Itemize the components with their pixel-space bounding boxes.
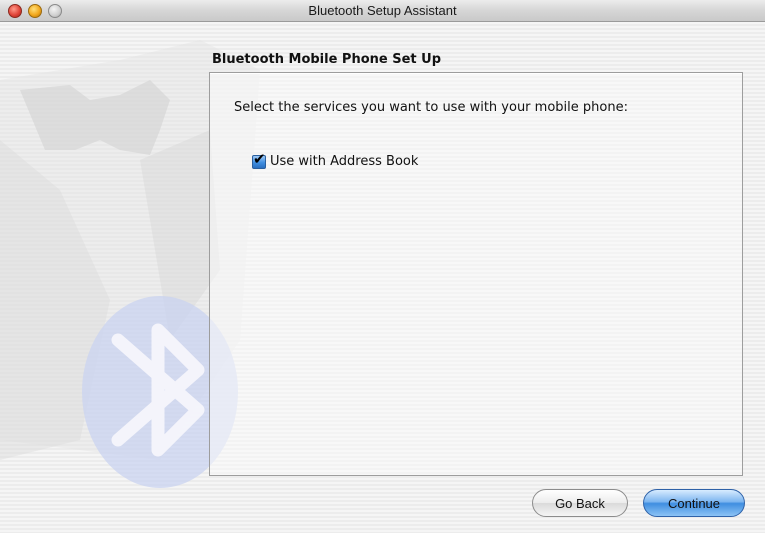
go-back-button[interactable]: Go Back	[532, 489, 628, 517]
address-book-checkbox[interactable]: ✔	[252, 149, 266, 169]
address-book-label: Use with Address Book	[270, 154, 419, 169]
services-prompt: Select the services you want to use with…	[234, 100, 628, 115]
services-panel: Select the services you want to use with…	[209, 72, 743, 476]
address-book-option[interactable]: ✔ Use with Address Book	[252, 149, 419, 169]
page-title: Bluetooth Mobile Phone Set Up	[212, 52, 442, 67]
title-bar[interactable]: Bluetooth Setup Assistant	[0, 0, 765, 22]
continue-button[interactable]: Continue	[643, 489, 745, 517]
assistant-window: Bluetooth Setup Assistant Bluetooth Mobi…	[0, 0, 765, 533]
window-title: Bluetooth Setup Assistant	[308, 3, 457, 18]
checkmark-icon: ✔	[253, 149, 266, 168]
